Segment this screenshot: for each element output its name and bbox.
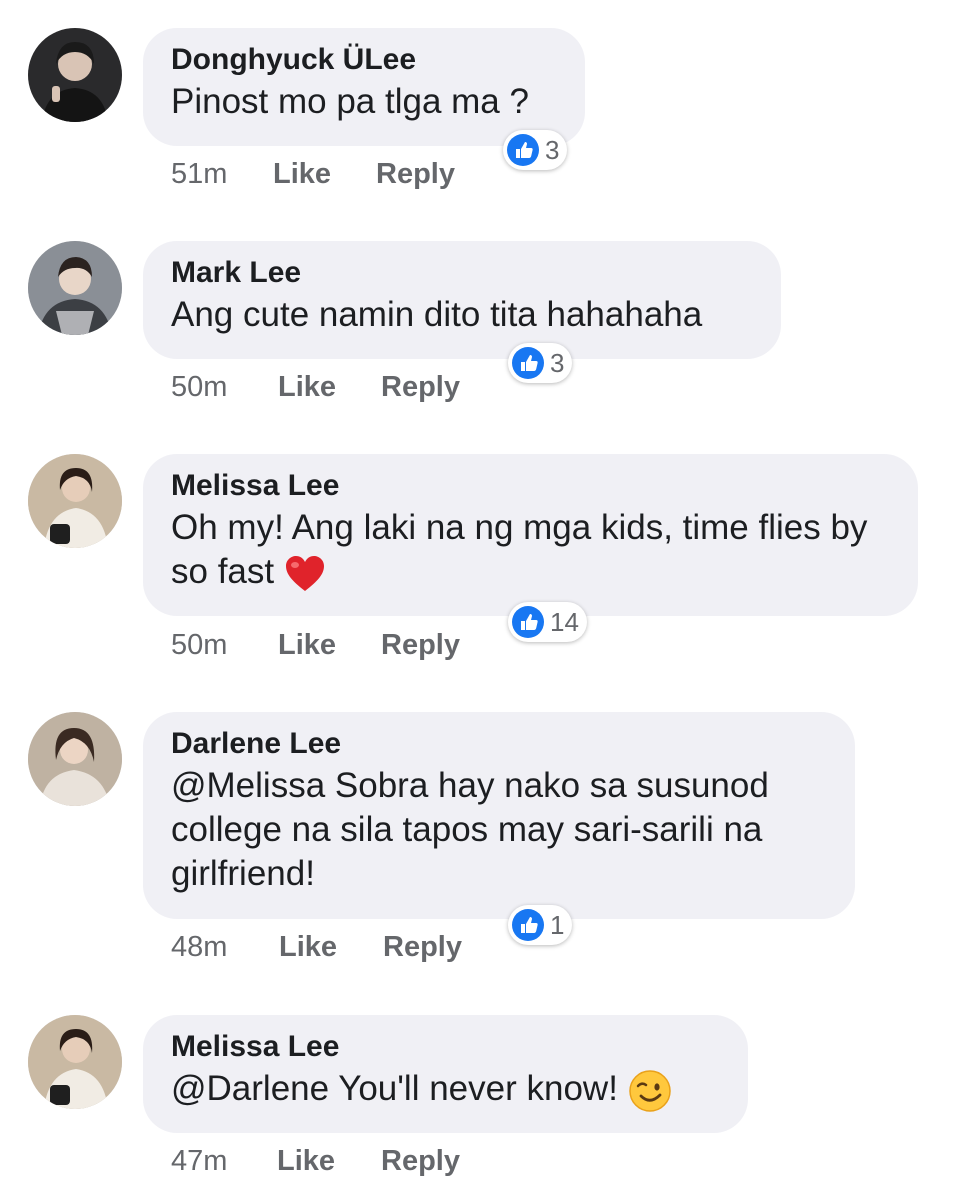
comment-bubble: Donghyuck ÜLee Pinost mo pa tlga ma ?	[143, 28, 585, 146]
comment-author[interactable]: Melissa Lee	[171, 1029, 720, 1065]
reaction-badge[interactable]: 3	[508, 343, 573, 383]
reaction-count: 1	[550, 909, 565, 940]
reply-button[interactable]: Reply	[376, 158, 455, 191]
reaction-badge[interactable]: 3	[503, 130, 568, 170]
reply-button[interactable]: Reply	[381, 629, 460, 662]
reply-button[interactable]: Reply	[383, 931, 462, 964]
like-button[interactable]: Like	[277, 1145, 335, 1178]
comment-author[interactable]: Darlene Lee	[171, 726, 827, 762]
reaction-badge[interactable]: 1	[508, 905, 573, 945]
comment-bubble: Mark Lee Ang cute namin dito tita hahaha…	[143, 241, 781, 359]
comment-time: 50m	[171, 629, 228, 661]
red-heart-icon	[285, 555, 324, 591]
comment-text: Ang cute namin dito tita hahahaha	[171, 295, 703, 334]
reply-button[interactable]: Reply	[381, 371, 460, 404]
avatar[interactable]	[28, 712, 122, 806]
avatar-icon	[28, 28, 122, 122]
avatar[interactable]	[28, 1015, 122, 1109]
reaction-count: 14	[550, 606, 579, 637]
like-button[interactable]: Like	[278, 629, 336, 662]
comment-text-content: @Darlene You'll never know!	[171, 1069, 618, 1108]
avatar[interactable]	[28, 241, 122, 335]
reaction-badge[interactable]: 14	[508, 602, 587, 642]
like-button[interactable]: Like	[278, 371, 336, 404]
avatar[interactable]	[28, 28, 122, 122]
avatar-icon	[28, 1015, 122, 1109]
avatar[interactable]	[28, 454, 122, 548]
reaction-count: 3	[550, 347, 565, 378]
comment-time: 50m	[171, 371, 228, 403]
comment-bubble: Melissa Lee Oh my! Ang laki na ng mga ki…	[143, 454, 918, 616]
comment-text: Oh my! Ang laki na ng mga kids, time fli…	[171, 506, 890, 595]
like-icon	[512, 606, 544, 638]
comment-author[interactable]: Melissa Lee	[171, 468, 890, 504]
like-icon	[507, 134, 539, 166]
comment-text: @Darlene You'll never know!	[171, 1067, 720, 1113]
avatar-icon	[28, 241, 122, 335]
winking-face-icon	[628, 1070, 671, 1112]
reply-button[interactable]: Reply	[381, 1145, 460, 1178]
comment-text: @Melissa Sobra hay nako sa susunod colle…	[171, 766, 769, 893]
like-icon	[512, 347, 544, 379]
like-button[interactable]: Like	[279, 931, 337, 964]
comment-author[interactable]: Mark Lee	[171, 255, 753, 291]
comment-bubble: Darlene Lee @Melissa Sobra hay nako sa s…	[143, 712, 855, 919]
avatar-icon	[28, 454, 122, 548]
comment-time: 51m	[171, 158, 228, 190]
comment-author[interactable]: Donghyuck ÜLee	[171, 42, 557, 78]
comment-time: 48m	[171, 931, 228, 963]
comment-text: Pinost mo pa tlga ma ?	[171, 82, 529, 121]
comment-bubble: Melissa Lee @Darlene You'll never know!	[143, 1015, 748, 1133]
avatar-icon	[28, 712, 122, 806]
like-button[interactable]: Like	[273, 158, 331, 191]
comment-text-content: Oh my! Ang laki na ng mga kids, time fli…	[171, 508, 868, 591]
comment-time: 47m	[171, 1145, 228, 1177]
like-icon	[512, 909, 544, 941]
reaction-count: 3	[545, 134, 560, 165]
